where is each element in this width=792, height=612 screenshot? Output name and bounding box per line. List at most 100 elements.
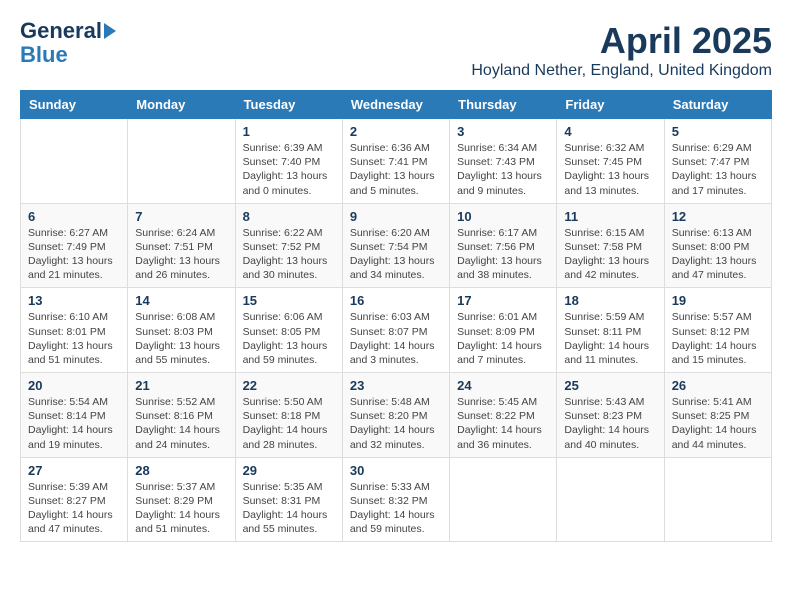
day-number: 30: [350, 463, 442, 478]
calendar-cell: 21 Sunrise: 5:52 AMSunset: 8:16 PMDayligh…: [128, 373, 235, 458]
day-number: 13: [28, 293, 120, 308]
logo: General Blue: [20, 20, 116, 68]
day-header-tuesday: Tuesday: [235, 91, 342, 119]
cell-content: Sunrise: 5:48 AMSunset: 8:20 PMDaylight:…: [350, 395, 442, 452]
day-number: 9: [350, 209, 442, 224]
day-number: 14: [135, 293, 227, 308]
calendar-cell: [21, 119, 128, 204]
day-number: 15: [243, 293, 335, 308]
day-number: 2: [350, 124, 442, 139]
calendar-cell: 10Sunrise: 6:17 AMSunset: 7:56 PMDayligh…: [450, 203, 557, 288]
day-number: 1: [243, 124, 335, 139]
day-number: 18: [564, 293, 656, 308]
cell-content: Sunrise: 5:37 AMSunset: 8:29 PMDaylight:…: [135, 480, 227, 537]
calendar-cell: 11 Sunrise: 6:15 AMSunset: 7:58 PMDayligh…: [557, 203, 664, 288]
day-number: 23: [350, 378, 442, 393]
logo-general-text: General: [20, 20, 102, 42]
day-number: 20: [28, 378, 120, 393]
day-header-thursday: Thursday: [450, 91, 557, 119]
calendar-cell: 29 Sunrise: 5:35 AMSunset: 8:31 PMDayligh…: [235, 457, 342, 542]
week-row-3: 13Sunrise: 6:10 AMSunset: 8:01 PMDayligh…: [21, 288, 772, 373]
page-header: General Blue April 2025 Hoyland Nether, …: [20, 20, 772, 80]
calendar-cell: 6 Sunrise: 6:27 AMSunset: 7:49 PMDaylight…: [21, 203, 128, 288]
week-row-1: 1Sunrise: 6:39 AMSunset: 7:40 PMDaylight…: [21, 119, 772, 204]
cell-content: Sunrise: 5:43 AMSunset: 8:23 PMDaylight:…: [564, 395, 656, 452]
calendar-cell: 23 Sunrise: 5:48 AMSunset: 8:20 PMDayligh…: [342, 373, 449, 458]
cell-content: Sunrise: 6:13 AMSunset: 8:00 PMDaylight:…: [672, 226, 764, 283]
calendar-title: April 2025: [471, 20, 772, 62]
day-header-friday: Friday: [557, 91, 664, 119]
day-number: 19: [672, 293, 764, 308]
cell-content: Sunrise: 6:15 AMSunset: 7:58 PMDaylight:…: [564, 226, 656, 283]
day-number: 26: [672, 378, 764, 393]
week-row-4: 20Sunrise: 5:54 AMSunset: 8:14 PMDayligh…: [21, 373, 772, 458]
cell-content: Sunrise: 6:08 AMSunset: 8:03 PMDaylight:…: [135, 310, 227, 367]
cell-content: Sunrise: 5:39 AMSunset: 8:27 PMDaylight:…: [28, 480, 120, 537]
day-number: 25: [564, 378, 656, 393]
calendar-cell: 3Sunrise: 6:34 AMSunset: 7:43 PMDaylight…: [450, 119, 557, 204]
calendar-cell: 2 Sunrise: 6:36 AMSunset: 7:41 PMDaylight…: [342, 119, 449, 204]
day-number: 6: [28, 209, 120, 224]
calendar-cell: 1Sunrise: 6:39 AMSunset: 7:40 PMDaylight…: [235, 119, 342, 204]
day-number: 4: [564, 124, 656, 139]
calendar-cell: 7 Sunrise: 6:24 AMSunset: 7:51 PMDaylight…: [128, 203, 235, 288]
day-number: 29: [243, 463, 335, 478]
calendar-cell: 20Sunrise: 5:54 AMSunset: 8:14 PMDayligh…: [21, 373, 128, 458]
calendar-cell: 24 Sunrise: 5:45 AMSunset: 8:22 PMDayligh…: [450, 373, 557, 458]
calendar-cell: 15 Sunrise: 6:06 AMSunset: 8:05 PMDayligh…: [235, 288, 342, 373]
cell-content: Sunrise: 5:45 AMSunset: 8:22 PMDaylight:…: [457, 395, 549, 452]
calendar-cell: 22 Sunrise: 5:50 AMSunset: 8:18 PMDayligh…: [235, 373, 342, 458]
calendar-cell: 25 Sunrise: 5:43 AMSunset: 8:23 PMDayligh…: [557, 373, 664, 458]
calendar-cell: 14 Sunrise: 6:08 AMSunset: 8:03 PMDayligh…: [128, 288, 235, 373]
calendar-cell: 30Sunrise: 5:33 AMSunset: 8:32 PMDayligh…: [342, 457, 449, 542]
day-header-wednesday: Wednesday: [342, 91, 449, 119]
calendar-cell: 4 Sunrise: 6:32 AMSunset: 7:45 PMDaylight…: [557, 119, 664, 204]
calendar-cell: 13Sunrise: 6:10 AMSunset: 8:01 PMDayligh…: [21, 288, 128, 373]
week-row-2: 6 Sunrise: 6:27 AMSunset: 7:49 PMDaylight…: [21, 203, 772, 288]
day-number: 10: [457, 209, 549, 224]
cell-content: Sunrise: 5:50 AMSunset: 8:18 PMDaylight:…: [243, 395, 335, 452]
day-number: 21: [135, 378, 227, 393]
day-number: 22: [243, 378, 335, 393]
calendar-cell: [450, 457, 557, 542]
cell-content: Sunrise: 6:06 AMSunset: 8:05 PMDaylight:…: [243, 310, 335, 367]
cell-content: Sunrise: 6:01 AMSunset: 8:09 PMDaylight:…: [457, 310, 549, 367]
day-number: 16: [350, 293, 442, 308]
calendar-cell: 16Sunrise: 6:03 AMSunset: 8:07 PMDayligh…: [342, 288, 449, 373]
day-number: 24: [457, 378, 549, 393]
calendar-cell: 17Sunrise: 6:01 AMSunset: 8:09 PMDayligh…: [450, 288, 557, 373]
cell-content: Sunrise: 6:34 AMSunset: 7:43 PMDaylight:…: [457, 141, 549, 198]
day-number: 11: [564, 209, 656, 224]
day-number: 28: [135, 463, 227, 478]
calendar-header-row: SundayMondayTuesdayWednesdayThursdayFrid…: [21, 91, 772, 119]
calendar-cell: 12 Sunrise: 6:13 AMSunset: 8:00 PMDayligh…: [664, 203, 771, 288]
logo-blue-text: Blue: [20, 42, 68, 68]
calendar-cell: 26Sunrise: 5:41 AMSunset: 8:25 PMDayligh…: [664, 373, 771, 458]
calendar-cell: 8Sunrise: 6:22 AMSunset: 7:52 PMDaylight…: [235, 203, 342, 288]
cell-content: Sunrise: 6:27 AMSunset: 7:49 PMDaylight:…: [28, 226, 120, 283]
cell-content: Sunrise: 6:20 AMSunset: 7:54 PMDaylight:…: [350, 226, 442, 283]
calendar-cell: [557, 457, 664, 542]
week-row-5: 27Sunrise: 5:39 AMSunset: 8:27 PMDayligh…: [21, 457, 772, 542]
cell-content: Sunrise: 5:52 AMSunset: 8:16 PMDaylight:…: [135, 395, 227, 452]
cell-content: Sunrise: 5:35 AMSunset: 8:31 PMDaylight:…: [243, 480, 335, 537]
calendar-table: SundayMondayTuesdayWednesdayThursdayFrid…: [20, 90, 772, 542]
day-number: 5: [672, 124, 764, 139]
day-number: 12: [672, 209, 764, 224]
calendar-cell: 18 Sunrise: 5:59 AMSunset: 8:11 PMDayligh…: [557, 288, 664, 373]
cell-content: Sunrise: 6:36 AMSunset: 7:41 PMDaylight:…: [350, 141, 442, 198]
calendar-subtitle: Hoyland Nether, England, United Kingdom: [471, 62, 772, 80]
cell-content: Sunrise: 6:29 AMSunset: 7:47 PMDaylight:…: [672, 141, 764, 198]
calendar-cell: 28 Sunrise: 5:37 AMSunset: 8:29 PMDayligh…: [128, 457, 235, 542]
cell-content: Sunrise: 6:32 AMSunset: 7:45 PMDaylight:…: [564, 141, 656, 198]
day-header-sunday: Sunday: [21, 91, 128, 119]
cell-content: Sunrise: 6:24 AMSunset: 7:51 PMDaylight:…: [135, 226, 227, 283]
logo-arrow-icon: [104, 23, 116, 39]
day-header-monday: Monday: [128, 91, 235, 119]
calendar-cell: 27Sunrise: 5:39 AMSunset: 8:27 PMDayligh…: [21, 457, 128, 542]
calendar-cell: 9 Sunrise: 6:20 AMSunset: 7:54 PMDaylight…: [342, 203, 449, 288]
cell-content: Sunrise: 5:57 AMSunset: 8:12 PMDaylight:…: [672, 310, 764, 367]
cell-content: Sunrise: 5:59 AMSunset: 8:11 PMDaylight:…: [564, 310, 656, 367]
calendar-cell: 19 Sunrise: 5:57 AMSunset: 8:12 PMDayligh…: [664, 288, 771, 373]
day-number: 7: [135, 209, 227, 224]
